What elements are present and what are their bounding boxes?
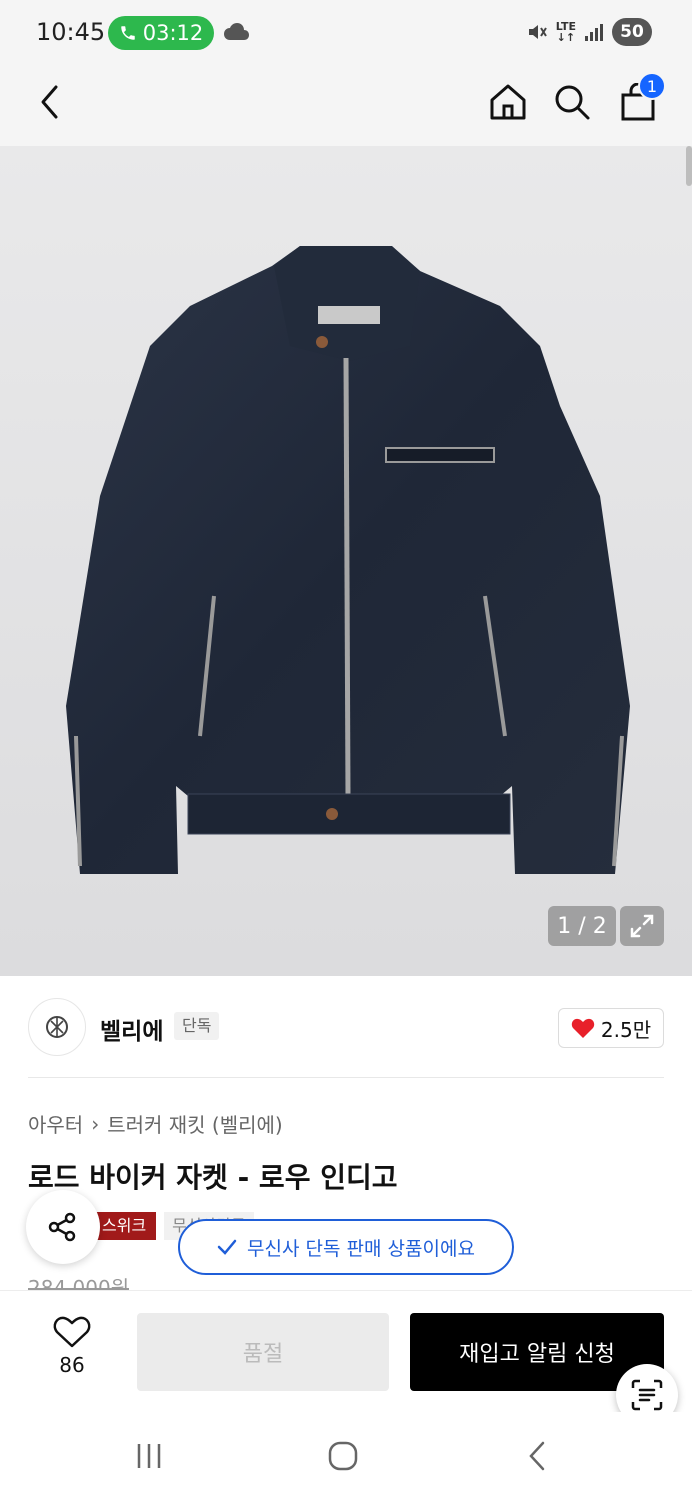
mute-icon bbox=[528, 25, 547, 39]
event-badge: 스위크 bbox=[92, 1212, 157, 1240]
jacket-photo bbox=[66, 246, 630, 874]
share-button[interactable] bbox=[26, 1190, 100, 1264]
brand-name[interactable]: 벨리에 bbox=[100, 1012, 163, 1046]
messenger-icon bbox=[224, 23, 249, 40]
signal-icon bbox=[585, 24, 603, 41]
brand-exclusive-tag: 단독 bbox=[174, 1012, 220, 1040]
brand-logo-icon bbox=[46, 1016, 68, 1038]
phone-icon bbox=[120, 26, 135, 40]
chevron-right-icon: › bbox=[91, 1111, 100, 1136]
breadcrumb: 아우터 › 트러커 재킷 (벨리에) bbox=[28, 1109, 283, 1138]
share-icon bbox=[48, 1212, 76, 1242]
image-counter: 1 / 2 bbox=[548, 906, 616, 946]
home-icon bbox=[490, 84, 526, 120]
heart-outline-icon bbox=[53, 1316, 91, 1348]
exclusive-notice-text: 무신사 단독 판매 상품이에요 bbox=[247, 1237, 475, 1260]
back-button[interactable] bbox=[28, 80, 72, 124]
heart-filled-icon bbox=[571, 1018, 595, 1038]
chevron-left-icon bbox=[41, 85, 58, 119]
app-header: 1 bbox=[0, 64, 692, 146]
checkmark-icon bbox=[217, 1239, 237, 1255]
recent-apps-button[interactable] bbox=[124, 1436, 174, 1476]
call-indicator[interactable]: 03:12 bbox=[108, 16, 214, 50]
brand-like-count: 2.5만 bbox=[600, 1017, 652, 1042]
network-indicator: LTE ↓↑ bbox=[555, 20, 576, 44]
original-price: 284,000원 bbox=[28, 1276, 130, 1292]
expand-button[interactable] bbox=[620, 906, 664, 946]
breadcrumb-subcategory[interactable]: 트러커 재킷 (벨리에) bbox=[107, 1109, 283, 1138]
breadcrumb-category[interactable]: 아우터 bbox=[28, 1109, 83, 1138]
system-nav-bar bbox=[0, 1412, 692, 1500]
brand-logo[interactable] bbox=[28, 998, 86, 1056]
soldout-button: 품절 bbox=[137, 1313, 389, 1391]
search-button[interactable] bbox=[550, 80, 594, 124]
status-bar: 10:45 03:12 LTE ↓↑ 50 bbox=[0, 0, 692, 64]
product-image[interactable]: 1 / 2 bbox=[0, 146, 692, 976]
expand-icon bbox=[630, 914, 654, 938]
battery-indicator: 50 bbox=[612, 18, 652, 46]
exclusive-notice-toast: 무신사 단독 판매 상품이에요 bbox=[178, 1219, 514, 1275]
call-timer: 03:12 bbox=[142, 21, 204, 45]
brand-like-button[interactable]: 2.5만 bbox=[558, 1008, 664, 1048]
home-nav-icon bbox=[328, 1441, 358, 1471]
text-scan-icon bbox=[631, 1379, 663, 1411]
product-like-count: 86 bbox=[59, 1353, 85, 1377]
cart-button[interactable]: 1 bbox=[616, 72, 666, 124]
back-nav-icon bbox=[529, 1441, 545, 1471]
bottom-action-bar: 86 품절 재입고 알림 신청 bbox=[0, 1290, 692, 1412]
recent-apps-icon bbox=[137, 1444, 161, 1468]
status-time: 10:45 bbox=[36, 18, 106, 46]
brand-row: 벨리에 단독 2.5만 bbox=[28, 998, 664, 1056]
divider bbox=[28, 1077, 664, 1078]
cart-count-badge: 1 bbox=[638, 72, 666, 100]
product-title: 로드 바이커 자켓 - 로우 인디고 bbox=[28, 1161, 398, 1194]
back-nav-button[interactable] bbox=[512, 1436, 562, 1476]
home-button[interactable] bbox=[486, 80, 530, 124]
product-like-button[interactable]: 86 bbox=[36, 1315, 108, 1381]
search-icon bbox=[555, 85, 590, 120]
home-nav-button[interactable] bbox=[318, 1436, 368, 1476]
